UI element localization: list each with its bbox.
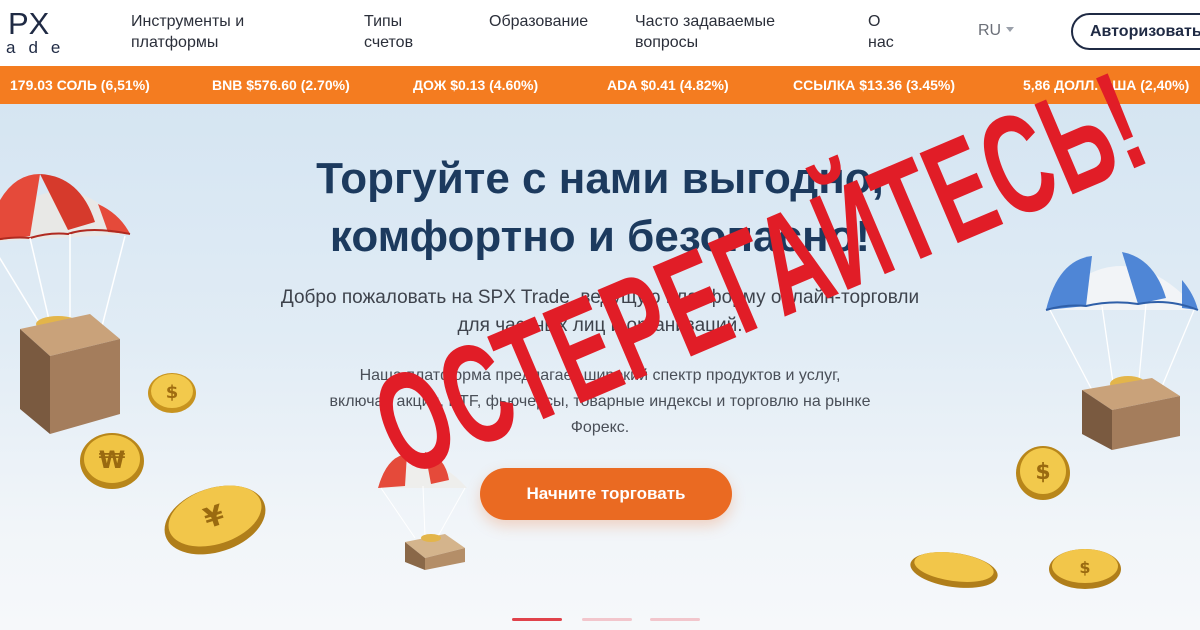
slider-dot[interactable] <box>582 618 632 621</box>
nav-label: вопросы <box>635 34 699 51</box>
coin-icon: ¥ <box>164 485 266 555</box>
nav-label: нас <box>868 34 894 51</box>
svg-text:₩: ₩ <box>99 446 126 474</box>
ticker-item: BNB $576.60 (2.70%) <box>212 77 350 93</box>
nav-label: платформы <box>131 34 219 51</box>
ticker-item: ADA $0.41 (4.82%) <box>607 77 729 93</box>
logo-mark: PX <box>8 6 50 41</box>
language-selector[interactable]: RU <box>978 22 1015 40</box>
coin-icon: $ <box>1016 446 1070 500</box>
start-trading-button[interactable]: Начните торговать <box>480 468 732 520</box>
site-header: PX ade Инструменты и платформы Типы счет… <box>0 0 1200 66</box>
coin-icon: $ <box>1049 549 1121 589</box>
login-button[interactable]: Авторизоваться <box>1071 13 1200 50</box>
nav-item-tools[interactable]: Инструменты и платформы <box>131 11 244 53</box>
slider-dot[interactable] <box>650 618 700 621</box>
logo-wordmark: ade <box>6 38 74 57</box>
nav-item-about[interactable]: О нас <box>868 11 894 53</box>
logo[interactable]: PX ade <box>0 4 76 60</box>
nav-label: Образование <box>489 13 589 30</box>
ticker-item: ДОЖ $0.13 (4.60%) <box>413 77 539 93</box>
svg-text:$: $ <box>166 382 179 403</box>
svg-text:$: $ <box>1035 460 1050 485</box>
svg-text:$: $ <box>1079 558 1090 577</box>
parachute-box-icon <box>1045 252 1199 450</box>
coin-icon: $ <box>148 373 196 413</box>
nav-label: Инструменты и <box>131 13 245 30</box>
parachute-box-icon <box>0 174 131 434</box>
coin-icon <box>910 552 998 588</box>
ticker-item: 179.03 СОЛЬ (6,51%) <box>10 77 150 93</box>
nav-label: Часто задаваемые <box>635 13 776 30</box>
nav-item-education[interactable]: Образование <box>489 11 588 32</box>
language-label: RU <box>978 22 1002 39</box>
slider-pagination <box>512 618 702 622</box>
coin-icon: ₩ <box>80 433 144 489</box>
nav-label: счетов <box>364 34 414 51</box>
nav-item-account-types[interactable]: Типы счетов <box>364 11 413 53</box>
nav-label: О <box>868 13 881 30</box>
slider-dot-active[interactable] <box>512 618 562 621</box>
nav-label: Типы <box>364 13 403 30</box>
caret-down-icon <box>1006 27 1015 32</box>
ticker-item: ССЫЛКА $13.36 (3.45%) <box>793 77 956 93</box>
nav-item-faq[interactable]: Часто задаваемые вопросы <box>635 11 775 53</box>
